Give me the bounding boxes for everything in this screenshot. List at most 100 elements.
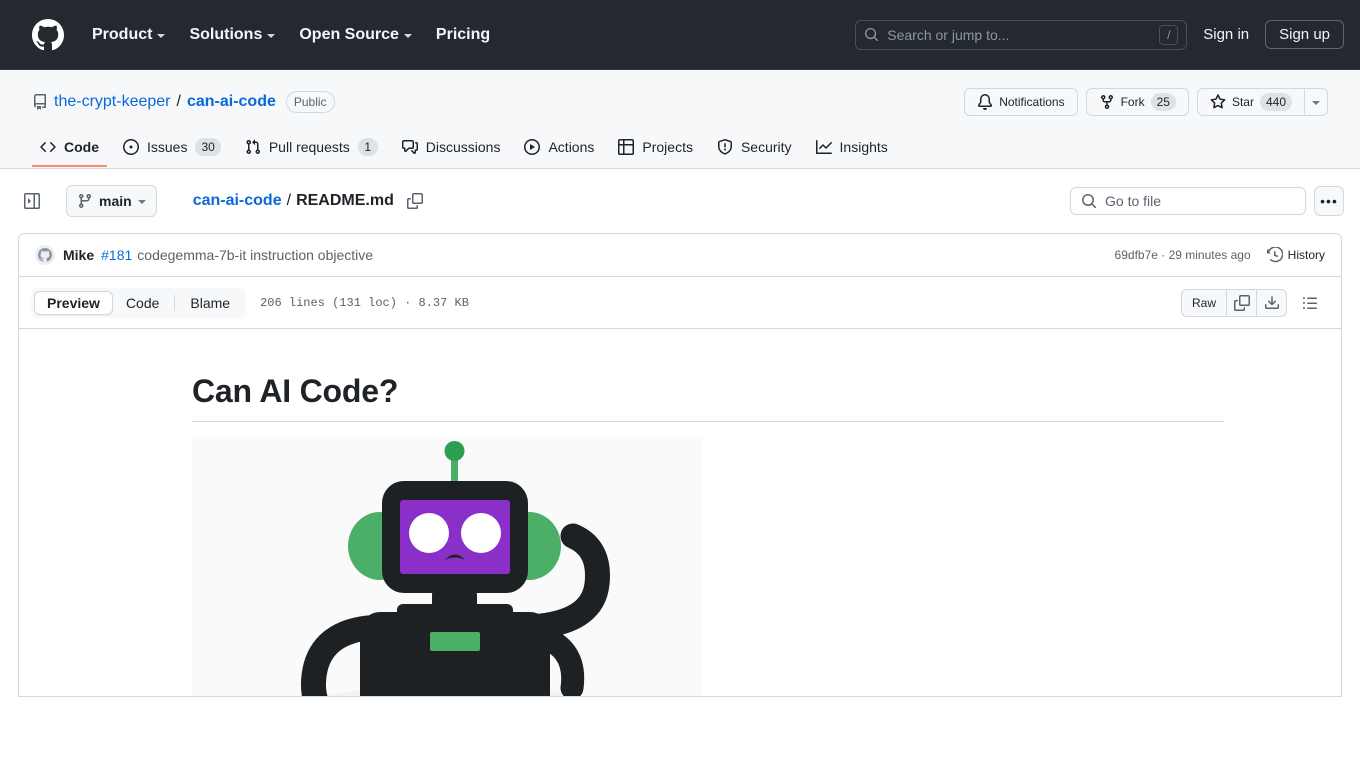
tab-pull-requests[interactable]: Pull requests 1: [237, 130, 386, 168]
bell-icon: [978, 94, 993, 110]
user-avatar-icon: [38, 248, 52, 262]
tab-blame[interactable]: Blame: [177, 291, 243, 315]
tab-label: Projects: [642, 139, 693, 155]
search-placeholder: Search or jump to...: [887, 26, 1010, 43]
tab-label: Discussions: [425, 139, 501, 155]
fork-button[interactable]: Fork 25: [1085, 88, 1189, 116]
star-dropdown-button[interactable]: [1305, 88, 1328, 116]
nav-item-product[interactable]: Product: [80, 18, 177, 52]
table-icon: [618, 139, 635, 155]
tab-security[interactable]: Security: [709, 131, 800, 167]
commit-meta-group: 69dfb7e · 29 minutes ago History: [1115, 247, 1325, 263]
graph-icon: [815, 140, 832, 154]
star-button-group: Star 440: [1196, 88, 1328, 116]
visibility-badge: Public: [285, 91, 335, 113]
repo-title-row: the-crypt-keeper / can-ai-code Public No…: [32, 86, 1328, 118]
star-label: Star: [1231, 95, 1254, 109]
file-size-meta: 206 lines (131 loc) · 8.37 KB: [260, 295, 469, 310]
repo-header: the-crypt-keeper / can-ai-code Public No…: [0, 70, 1360, 169]
raw-button[interactable]: Raw: [1182, 290, 1226, 316]
nav-item-open-source[interactable]: Open Source: [287, 18, 424, 52]
file-content-panel: Preview Code Blame 206 lines (131 loc) ·…: [18, 277, 1342, 697]
search-icon: [1082, 194, 1097, 209]
breadcrumb-filename: README.md: [296, 192, 394, 209]
nav-item-label: Pricing: [435, 25, 491, 43]
robot-illustration-icon: [192, 436, 703, 696]
tab-discussions[interactable]: Discussions: [394, 131, 509, 167]
go-to-file-input[interactable]: Go to file: [1070, 187, 1306, 215]
file-toolbar-actions: Raw: [1180, 288, 1325, 317]
copy-icon: [406, 193, 423, 209]
breadcrumb-repo-link[interactable]: can-ai-code: [193, 192, 282, 210]
tab-actions[interactable]: Actions: [516, 131, 602, 167]
star-button[interactable]: Star 440: [1196, 88, 1305, 116]
go-to-file-placeholder: Go to file: [1105, 193, 1162, 209]
tab-count: 1: [357, 138, 378, 156]
avatar[interactable]: [35, 245, 55, 265]
outline-toggle-button[interactable]: [1295, 289, 1325, 317]
copy-raw-button[interactable]: [1226, 289, 1256, 316]
repo-owner-link[interactable]: the-crypt-keeper: [54, 93, 171, 111]
repo-separator: /: [176, 93, 181, 110]
sidebar-toggle-button[interactable]: [18, 187, 46, 215]
notifications-label: Notifications: [999, 95, 1065, 109]
nav-item-label: Product: [92, 25, 153, 43]
nav-item-pricing[interactable]: Pricing: [424, 18, 502, 52]
tab-label: Issues: [147, 139, 188, 155]
breadcrumb-separator: /: [286, 192, 292, 209]
tab-label: Security: [740, 139, 792, 155]
fork-icon: [1100, 95, 1113, 110]
tab-count: 30: [195, 138, 221, 156]
chevron-down-icon: [1312, 101, 1320, 105]
history-link[interactable]: History: [1266, 247, 1325, 263]
commit-sha-and-time[interactable]: 69dfb7e · 29 minutes ago: [1115, 248, 1251, 262]
raw-actions-group: Raw: [1180, 288, 1287, 317]
copy-path-button[interactable]: [406, 193, 423, 209]
branch-selector-button[interactable]: main: [66, 185, 157, 217]
star-count: 440: [1259, 93, 1292, 111]
tab-projects[interactable]: Projects: [610, 131, 701, 167]
sign-up-button[interactable]: Sign up: [1265, 20, 1344, 49]
file-nav-right: Go to file •••: [1070, 186, 1344, 216]
notifications-button[interactable]: Notifications: [964, 88, 1078, 116]
download-button[interactable]: [1256, 289, 1286, 316]
nav-item-label: Solutions: [189, 25, 263, 43]
tab-code[interactable]: Code: [113, 291, 172, 315]
list-unordered-icon: [1303, 296, 1317, 309]
commit-pr-link[interactable]: #181: [101, 247, 132, 263]
fork-label: Fork: [1120, 95, 1145, 109]
github-logo[interactable]: [32, 18, 64, 51]
copy-icon: [1233, 294, 1250, 311]
global-nav: Product Solutions Open Source Pricing: [80, 18, 502, 52]
history-icon: [1266, 247, 1283, 263]
commit-author-link[interactable]: Mike: [63, 247, 94, 263]
global-header: Product Solutions Open Source Pricing Se…: [0, 0, 1360, 70]
chevron-down-icon: [267, 33, 276, 38]
history-label: History: [1287, 248, 1325, 262]
tab-label: Actions: [548, 139, 595, 155]
sidebar-expand-icon: [24, 193, 40, 209]
page-title: Can AI Code?: [192, 373, 399, 409]
repo-icon: [34, 94, 46, 110]
tab-issues[interactable]: Issues 30: [115, 130, 229, 168]
file-view-toolbar: Preview Code Blame 206 lines (131 loc) ·…: [19, 277, 1341, 329]
tab-insights[interactable]: Insights: [808, 131, 896, 167]
repo-breadcrumb: the-crypt-keeper / can-ai-code Public: [32, 91, 335, 113]
more-options-button[interactable]: •••: [1314, 186, 1344, 216]
repo-tabs: Code Issues 30 Pull requests 1 Discussio…: [32, 130, 1328, 168]
star-icon: [1210, 94, 1226, 109]
repo-name-link[interactable]: can-ai-code: [187, 93, 276, 111]
commit-message[interactable]: codegemma-7b-it instruction objective: [137, 247, 373, 263]
tab-code[interactable]: Code: [32, 131, 107, 167]
branch-name: main: [99, 193, 132, 209]
search-input[interactable]: Search or jump to... /: [855, 19, 1188, 50]
comment-discussion-icon: [401, 140, 418, 154]
nav-item-solutions[interactable]: Solutions: [177, 18, 287, 52]
repo-actions: Notifications Fork 25 Star 440: [964, 88, 1328, 116]
chevron-down-icon: [157, 33, 166, 38]
tab-preview[interactable]: Preview: [34, 290, 113, 315]
sign-in-button[interactable]: Sign in: [1187, 20, 1265, 49]
tab-label: Pull requests: [268, 139, 350, 155]
download-icon: [1264, 295, 1279, 309]
file-view-tabs: Preview Code Blame: [31, 287, 247, 318]
